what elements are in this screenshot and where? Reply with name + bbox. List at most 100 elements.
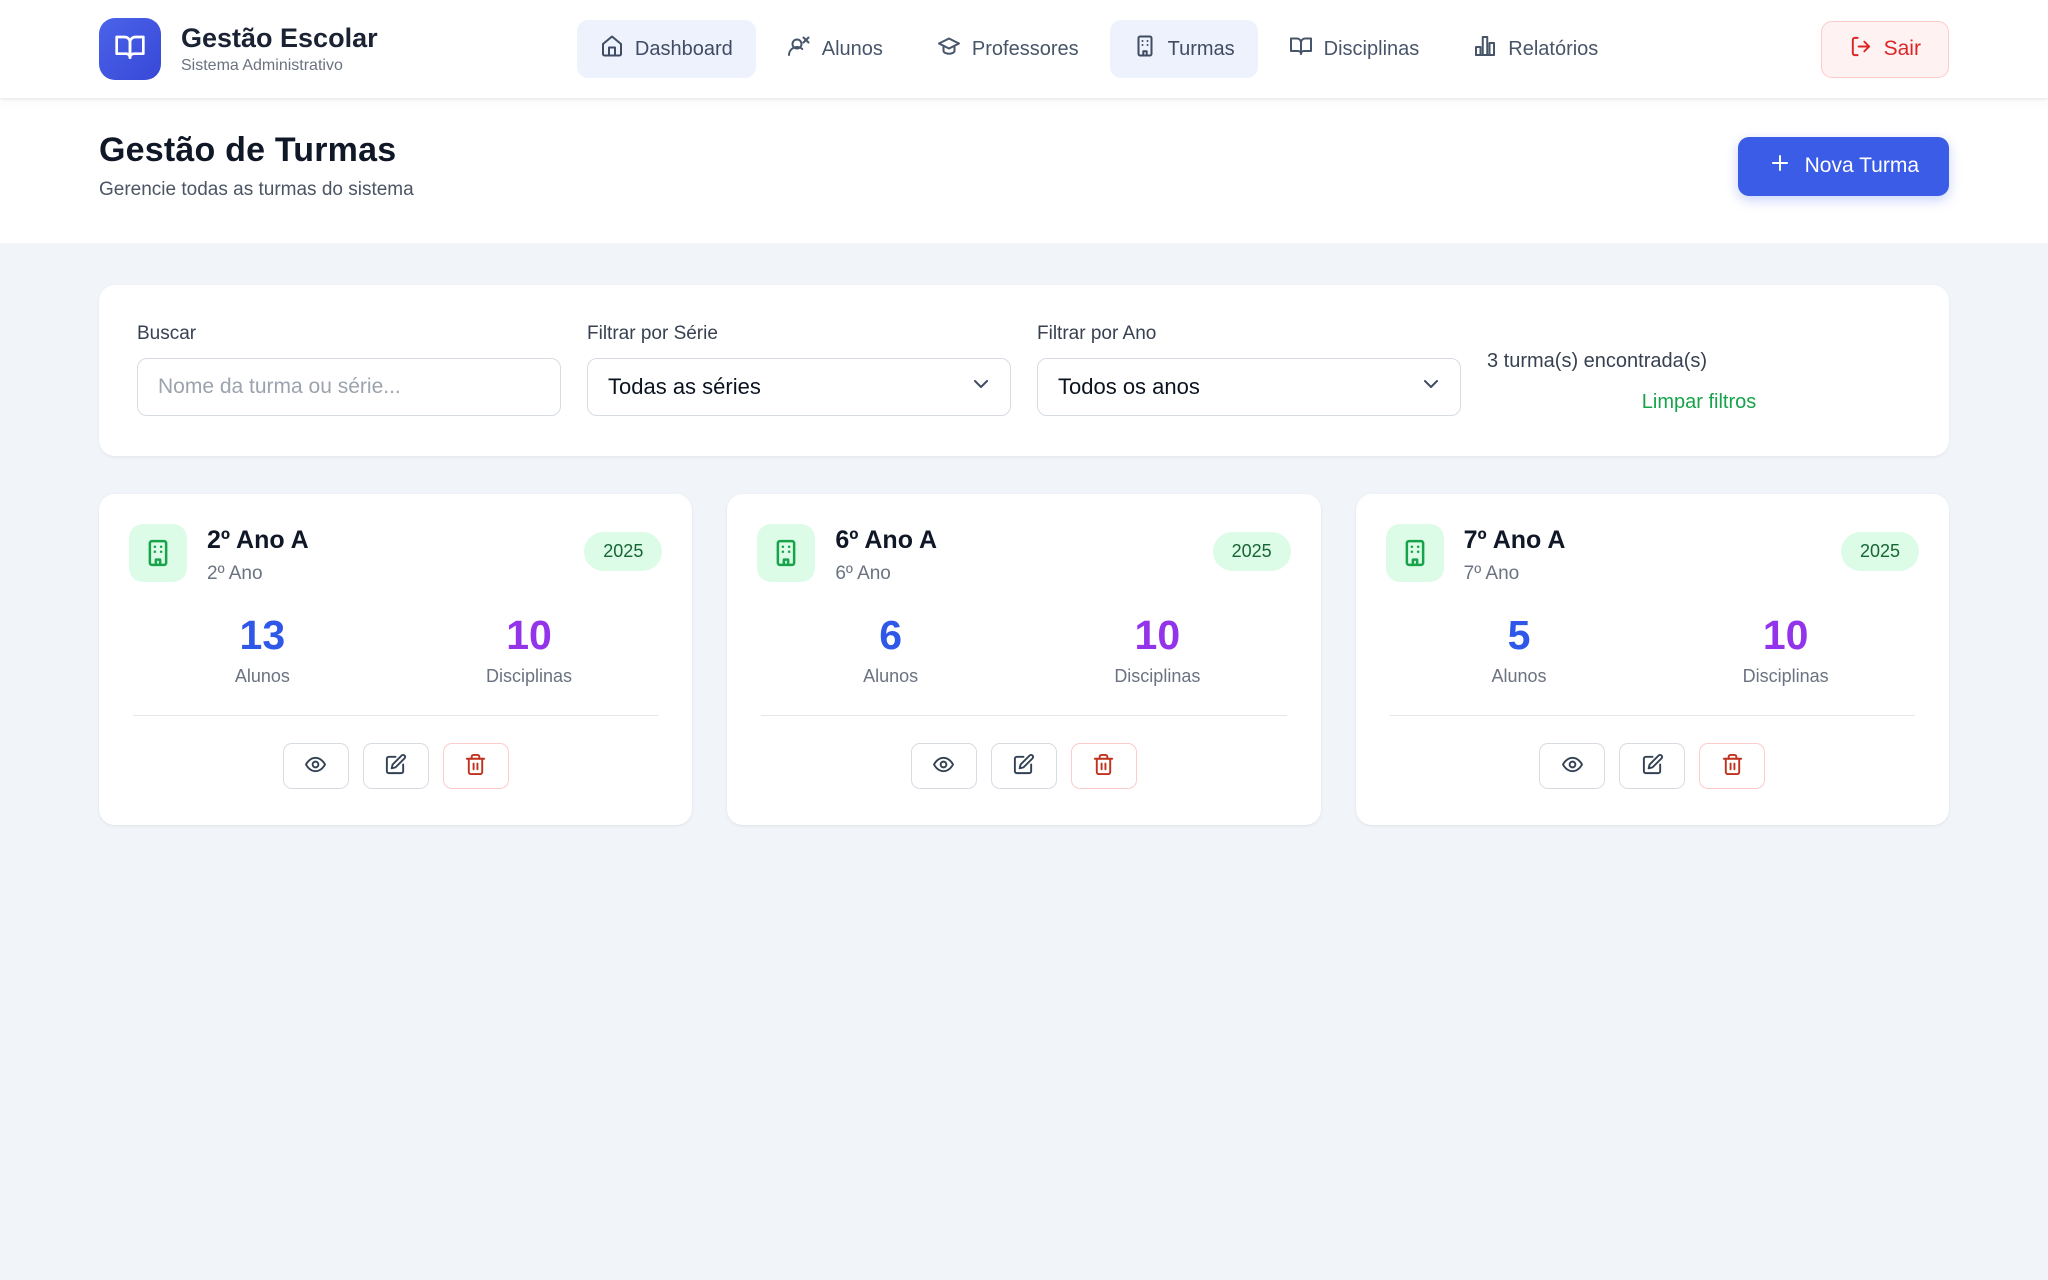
building-icon — [757, 524, 815, 582]
card-title-block: 6º Ano A 6º Ano — [835, 524, 937, 585]
plus-icon — [1768, 151, 1792, 181]
card-actions — [1386, 743, 1919, 789]
building-icon — [129, 524, 187, 582]
graduation-cap-icon — [937, 34, 961, 64]
card-title-block: 2º Ano A 2º Ano — [207, 524, 309, 585]
class-grade: 2º Ano — [207, 563, 309, 585]
card-divider — [133, 715, 658, 716]
students-count: 5 — [1386, 615, 1653, 656]
serie-select[interactable]: Todas as séries — [587, 358, 1011, 416]
students-count: 13 — [129, 615, 396, 656]
log-out-icon — [1849, 35, 1872, 64]
building-icon — [1386, 524, 1444, 582]
clear-filters-link[interactable]: Limpar filtros — [1642, 391, 1756, 414]
delete-class-button[interactable] — [1071, 743, 1137, 789]
serie-filter-group: Filtrar por Série Todas as séries — [587, 323, 1011, 416]
edit-class-button[interactable] — [1619, 743, 1685, 789]
year-badge: 2025 — [1213, 532, 1291, 571]
logout-button[interactable]: Sair — [1821, 21, 1949, 78]
card-stats: 6 Alunos 10 Disciplinas — [757, 615, 1290, 687]
students-label: Alunos — [757, 666, 1024, 687]
subjects-stat: 10 Disciplinas — [1024, 615, 1291, 687]
students-label: Alunos — [129, 666, 396, 687]
book-open-icon — [1289, 34, 1313, 64]
view-class-button[interactable] — [1539, 743, 1605, 789]
class-cards-grid: 2º Ano A 2º Ano 2025 13 Alunos 10 Discip… — [99, 494, 1949, 825]
new-class-label: Nova Turma — [1805, 154, 1919, 178]
edit-icon — [1012, 753, 1035, 779]
trash-icon — [464, 753, 487, 779]
view-class-button[interactable] — [911, 743, 977, 789]
students-icon — [787, 34, 811, 64]
students-stat: 13 Alunos — [129, 615, 396, 687]
students-count: 6 — [757, 615, 1024, 656]
ano-select[interactable]: Todos os anos — [1037, 358, 1461, 416]
nav-item-label: Dashboard — [635, 38, 733, 61]
students-stat: 5 Alunos — [1386, 615, 1653, 687]
class-name: 6º Ano A — [835, 526, 937, 555]
nav-item-alunos[interactable]: Alunos — [764, 20, 906, 78]
nav-item-turmas[interactable]: Turmas — [1110, 20, 1258, 78]
search-input[interactable] — [137, 358, 561, 416]
card-actions — [757, 743, 1290, 789]
brand-text: Gestão Escolar Sistema Administrativo — [181, 23, 378, 75]
nav-item-label: Disciplinas — [1324, 38, 1420, 61]
subjects-stat: 10 Disciplinas — [396, 615, 663, 687]
nav-item-label: Professores — [972, 38, 1079, 61]
eye-icon — [1561, 753, 1584, 779]
page-header-text: Gestão de Turmas Gerencie todas as turma… — [99, 131, 414, 201]
new-class-button[interactable]: Nova Turma — [1738, 137, 1949, 196]
card-actions — [129, 743, 662, 789]
nav-item-label: Turmas — [1168, 38, 1235, 61]
card-divider — [1390, 715, 1915, 716]
page-subtitle: Gerencie todas as turmas do sistema — [99, 179, 414, 201]
page-title: Gestão de Turmas — [99, 131, 414, 170]
edit-class-button[interactable] — [363, 743, 429, 789]
filters-panel: Buscar Filtrar por Série Todas as séries… — [99, 285, 1949, 456]
subjects-label: Disciplinas — [1652, 666, 1919, 687]
delete-class-button[interactable] — [443, 743, 509, 789]
search-label: Buscar — [137, 323, 561, 345]
serie-filter-label: Filtrar por Série — [587, 323, 1011, 345]
card-header: 6º Ano A 6º Ano 2025 — [757, 524, 1290, 585]
delete-class-button[interactable] — [1699, 743, 1765, 789]
logout-label: Sair — [1884, 37, 1921, 61]
subjects-stat: 10 Disciplinas — [1652, 615, 1919, 687]
edit-icon — [1641, 753, 1664, 779]
card-stats: 5 Alunos 10 Disciplinas — [1386, 615, 1919, 687]
home-icon — [600, 34, 624, 64]
class-grade: 7º Ano — [1464, 563, 1566, 585]
building-icon — [1133, 34, 1157, 64]
card-header: 7º Ano A 7º Ano 2025 — [1386, 524, 1919, 585]
search-field-group: Buscar — [137, 323, 561, 416]
ano-filter-group: Filtrar por Ano Todos os anos — [1037, 323, 1461, 416]
nav-item-disciplinas[interactable]: Disciplinas — [1266, 20, 1443, 78]
book-open-icon — [114, 31, 146, 68]
class-grade: 6º Ano — [835, 563, 937, 585]
nav-item-label: Relatórios — [1508, 38, 1598, 61]
subjects-count: 10 — [396, 615, 663, 656]
trash-icon — [1092, 753, 1115, 779]
top-navigation-bar: Gestão Escolar Sistema Administrativo Da… — [0, 0, 2048, 98]
card-divider — [761, 715, 1286, 716]
edit-class-button[interactable] — [991, 743, 1057, 789]
nav-item-dashboard[interactable]: Dashboard — [577, 20, 756, 78]
chevron-down-icon — [1419, 372, 1443, 402]
ano-select-value: Todos os anos — [1058, 374, 1200, 400]
subjects-label: Disciplinas — [396, 666, 663, 687]
students-stat: 6 Alunos — [757, 615, 1024, 687]
brand: Gestão Escolar Sistema Administrativo — [99, 18, 378, 80]
view-class-button[interactable] — [283, 743, 349, 789]
main-content: Buscar Filtrar por Série Todas as séries… — [99, 243, 1949, 825]
class-name: 2º Ano A — [207, 526, 309, 555]
nav-item-relatorios[interactable]: Relatórios — [1450, 20, 1621, 78]
trash-icon — [1721, 753, 1744, 779]
eye-icon — [304, 753, 327, 779]
app-subtitle: Sistema Administrativo — [181, 57, 378, 75]
subjects-count: 10 — [1652, 615, 1919, 656]
students-label: Alunos — [1386, 666, 1653, 687]
app-title: Gestão Escolar — [181, 23, 378, 54]
results-count: 3 turma(s) encontrada(s) — [1487, 350, 1911, 373]
nav-item-label: Alunos — [822, 38, 883, 61]
nav-item-professores[interactable]: Professores — [914, 20, 1102, 78]
